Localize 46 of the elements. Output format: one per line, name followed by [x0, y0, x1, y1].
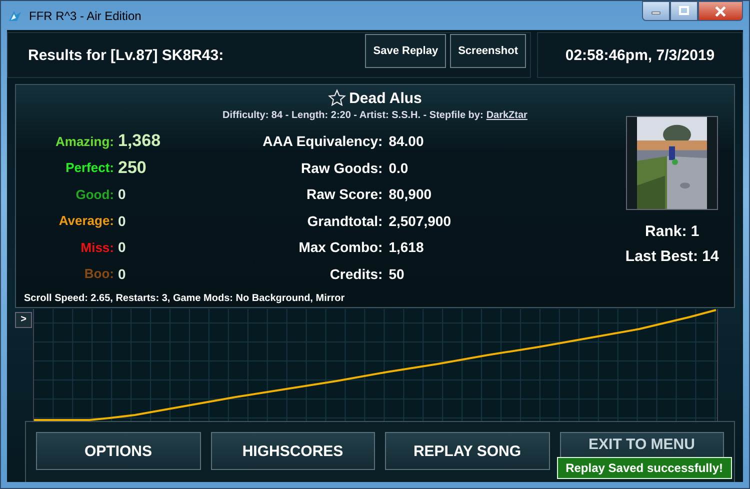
window-title: FFR R^3 - Air Edition — [29, 8, 142, 22]
stat-label: AAA Equivalency: — [262, 133, 383, 150]
judgement-value: 0 — [118, 186, 126, 202]
judgement-label: Boo: — [83, 266, 114, 282]
star-icon[interactable] — [328, 89, 346, 107]
last-best-text: Last Best: 14 — [625, 248, 719, 265]
stat-label: Raw Score: — [305, 186, 383, 202]
save-replay-button[interactable]: Save Replay — [365, 34, 446, 68]
judgement-label: Average: — [58, 213, 114, 228]
close-icon — [715, 6, 726, 16]
judgement-label: Perfect: — [64, 160, 114, 176]
stat-value: 0.0 — [388, 160, 408, 176]
saved-toast: Replay Saved successfully! — [556, 457, 732, 479]
judgement-value: 0 — [118, 212, 126, 229]
stat-label: Max Combo: — [298, 239, 383, 256]
judgement-value: 1,368 — [118, 131, 161, 152]
stat-value: 84.00 — [388, 133, 424, 150]
stat-value: 1,618 — [388, 239, 424, 256]
judgement-label: Miss: — [80, 240, 114, 255]
stat-value: 2,507,900 — [388, 212, 452, 229]
stat-label: Credits: — [328, 266, 383, 282]
maximize-button[interactable] — [670, 1, 698, 21]
options-button[interactable]: OPTIONS — [36, 432, 200, 470]
replay-song-button[interactable]: REPLAY SONG — [385, 432, 550, 470]
stat-label: Grandtotal: — [306, 212, 383, 229]
settings-text: Scroll Speed: 2.65, Restarts: 3, Game Mods: No Background, Mirror — [23, 293, 346, 306]
stat-label: Raw Goods: — [300, 160, 383, 176]
judgement-value: 0 — [118, 239, 126, 256]
judgement-label: Amazing: — [54, 134, 114, 149]
judgement-label: Good: — [74, 186, 114, 202]
datetime-text: 02:58:46pm, 7/3/2019 — [565, 46, 715, 64]
stat-value: 50 — [388, 266, 404, 282]
highscores-button[interactable]: HIGHSCORES — [210, 432, 375, 470]
stepfile-author-link[interactable]: DarkZtar — [486, 110, 528, 121]
rank-text: Rank: 1 — [645, 223, 700, 240]
song-info: Difficulty: 84 - Length: 2:20 - Artist: S.S.H. - Stepfile by: — [222, 110, 484, 121]
results-title: Results for [Lv.87] SK8R43: — [28, 46, 224, 64]
maximize-icon — [679, 6, 689, 16]
judgement-value: 250 — [118, 158, 146, 178]
song-title: Dead Alus — [349, 90, 422, 106]
close-button[interactable] — [698, 1, 743, 21]
stat-value: 80,900 — [388, 186, 432, 202]
screenshot-button[interactable]: Screenshot — [450, 34, 526, 68]
judgement-value: 0 — [118, 266, 126, 282]
graph-toggle-button[interactable]: > — [15, 312, 32, 328]
minimize-button[interactable] — [642, 1, 670, 21]
